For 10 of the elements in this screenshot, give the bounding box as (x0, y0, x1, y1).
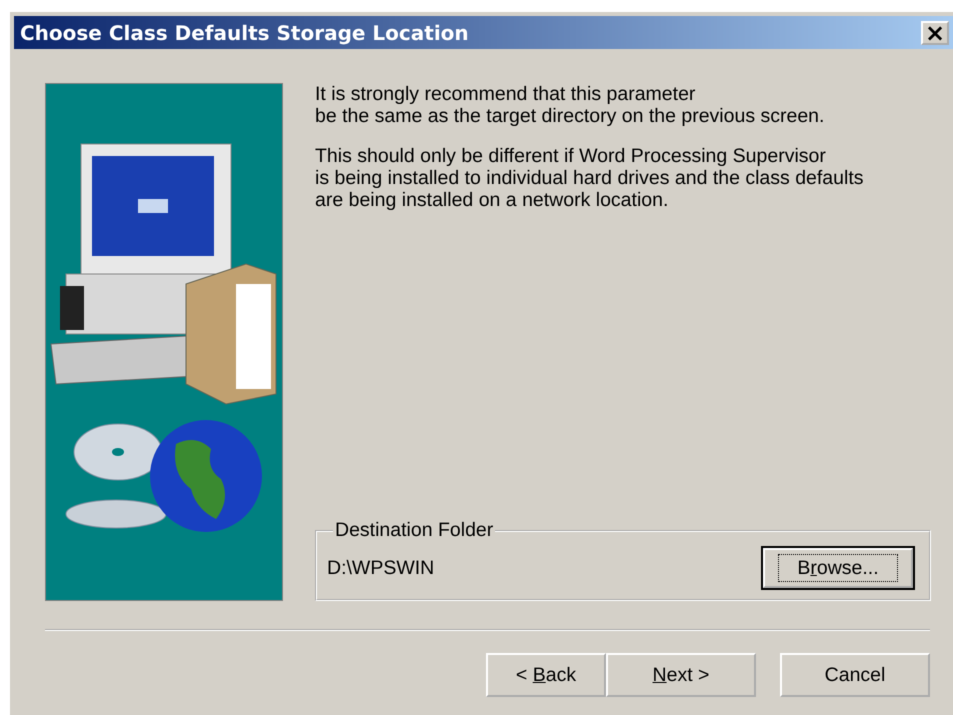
wizard-button[interactable]: < Back (486, 653, 606, 697)
instruction-text: This should only be different if Word Processing Supervisor is being installed to individual hard drives and the class defaults are being installed on a network location. (315, 145, 864, 211)
folder-path: D:\WPSWIN (327, 556, 434, 580)
browse-button[interactable]: Browse... (763, 548, 913, 588)
window-title: Choose Class Defaults Storage Location (20, 20, 469, 44)
close-button[interactable]: × (921, 20, 949, 44)
group-legend: Destination Folder (333, 519, 496, 542)
wizard-button[interactable]: Next > (606, 653, 756, 697)
instruction-text: It is strongly recommend that this parameter be the same as the target directory on the previous screen. (315, 83, 826, 127)
wizard-button[interactable]: Cancel (780, 653, 930, 697)
